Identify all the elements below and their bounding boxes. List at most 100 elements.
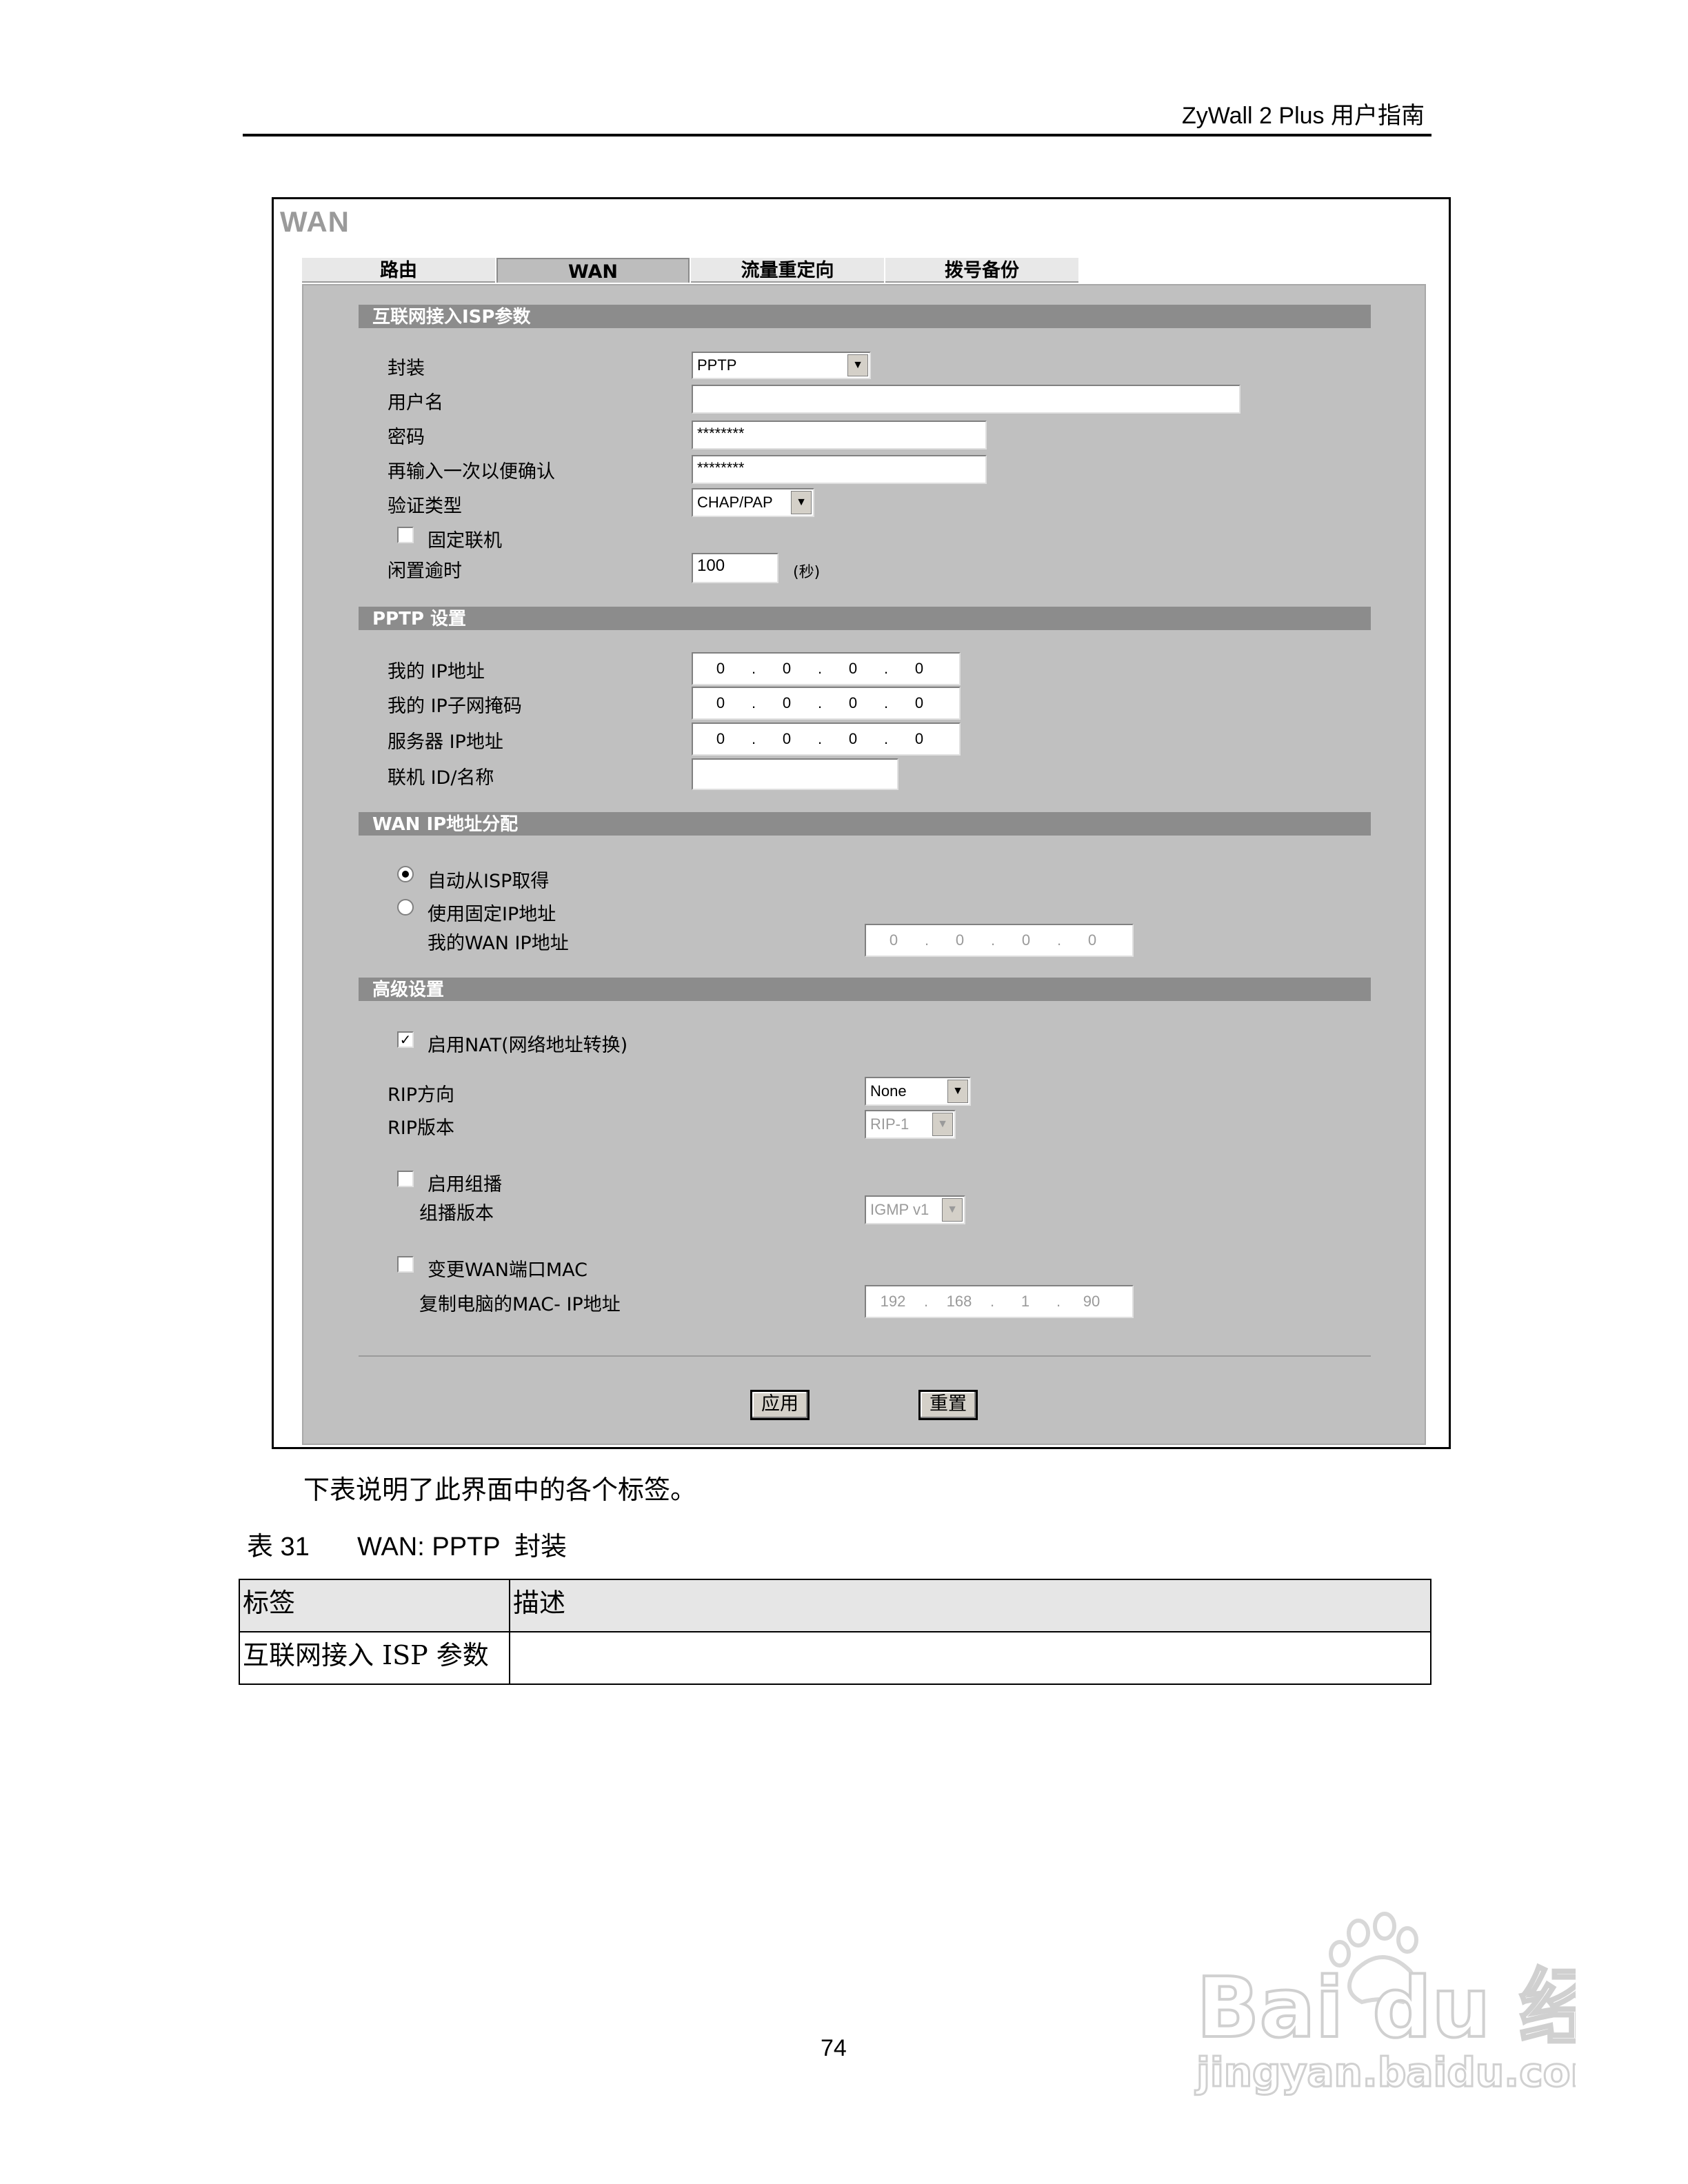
retype-password-label: 再输入一次以便确认 <box>388 461 555 483</box>
auto-ip-label: 自动从ISP取得 <box>428 871 550 892</box>
multicast-version-label: 组播版本 <box>419 1203 494 1224</box>
connection-id-label: 联机 ID/名称 <box>388 767 494 789</box>
dropdown-arrow-icon: ▼ <box>932 1113 953 1136</box>
multicast-label: 启用组播 <box>428 1174 502 1195</box>
fixed-ip-radio[interactable] <box>397 899 414 916</box>
nailed-up-label: 固定联机 <box>428 530 502 552</box>
section-wan-ip: WAN IP地址分配 <box>359 812 1371 836</box>
tab-traffic-redirect[interactable]: 流量重定向 <box>691 258 884 283</box>
section-isp: 互联网接入ISP参数 <box>359 305 1371 328</box>
form-divider <box>359 1355 1371 1357</box>
multicast-version-select[interactable]: IGMP v1 ▼ <box>865 1195 965 1224</box>
connection-id-input[interactable] <box>692 758 898 790</box>
my-ip-label: 我的 IP地址 <box>388 661 485 682</box>
change-mac-label: 变更WAN端口MAC <box>428 1260 588 1281</box>
my-wan-ip-input[interactable]: 0. 0. 0. 0 <box>865 924 1134 957</box>
page-number: 74 <box>821 2035 847 2061</box>
password-input[interactable]: ******** <box>692 421 987 449</box>
retype-password-input[interactable]: ******** <box>692 455 987 484</box>
ip-octet: 0 <box>848 694 858 711</box>
ip-octet: 0 <box>848 660 858 677</box>
ip-octet: 0 <box>914 660 924 677</box>
tab-wan[interactable]: WAN <box>496 258 690 283</box>
server-ip-label: 服务器 IP地址 <box>388 731 503 753</box>
ip-octet: 0 <box>848 730 858 747</box>
idle-timeout-label: 闲置逾时 <box>388 560 462 582</box>
ip-octet: 0 <box>1021 931 1031 949</box>
baidu-jingyan-watermark: Bai du 经验 jingyan.baidu.com <box>1194 1912 1576 2097</box>
rip-direction-select[interactable]: None ▼ <box>865 1077 971 1106</box>
intro-text: 下表说明了此界面中的各个标签。 <box>303 1475 697 1505</box>
my-subnet-mask-label: 我的 IP子网掩码 <box>388 696 522 717</box>
ip-octet: 0 <box>716 660 725 677</box>
auth-type-label: 验证类型 <box>388 496 462 517</box>
server-ip-input[interactable]: 0. 0. 0. 0 <box>692 722 961 756</box>
ip-octet: 0 <box>782 730 792 747</box>
fixed-ip-label: 使用固定IP地址 <box>428 904 556 925</box>
table-header-cell: 标签 <box>239 1579 510 1632</box>
table-cell: 互联网接入 ISP 参数 <box>239 1631 510 1685</box>
encapsulation-value: PPTP <box>697 356 737 374</box>
clone-mac-ip-input[interactable]: 192. 168. 1. 90 <box>865 1285 1134 1318</box>
table-caption-number: 表 31 <box>247 1533 310 1561</box>
ip-octet: 192 <box>880 1293 906 1310</box>
nat-label: 启用NAT(网络地址转换) <box>428 1035 628 1056</box>
my-ip-input[interactable]: 0. 0. 0. 0 <box>692 652 961 685</box>
username-input[interactable] <box>692 385 1240 414</box>
idle-timeout-input[interactable]: 100 <box>692 553 778 583</box>
rip-direction-value: None <box>870 1082 907 1100</box>
ip-octet: 0 <box>716 730 725 747</box>
multicast-version-value: IGMP v1 <box>870 1201 930 1218</box>
rip-direction-label: RIP方向 <box>388 1084 455 1106</box>
dropdown-arrow-icon: ▼ <box>791 491 812 514</box>
dropdown-arrow-icon: ▼ <box>947 1080 968 1103</box>
description-table: 标签 描述 互联网接入 ISP 参数 <box>239 1579 1431 1685</box>
ip-octet: 0 <box>914 730 924 747</box>
encapsulation-select[interactable]: PPTP ▼ <box>692 352 871 379</box>
watermark-brand: Bai du 经验 <box>1196 1961 1576 2056</box>
table-header-cell: 描述 <box>509 1579 1431 1632</box>
dropdown-arrow-icon: ▼ <box>942 1198 963 1222</box>
table-row: 互联网接入 ISP 参数 <box>239 1631 1431 1685</box>
ip-octet: 0 <box>955 931 965 949</box>
rip-version-select[interactable]: RIP-1 ▼ <box>865 1110 956 1139</box>
table-caption-title: WAN: PPTP 封装 <box>357 1533 567 1561</box>
idle-timeout-unit: (秒) <box>793 564 821 581</box>
ip-octet: 0 <box>1087 931 1097 949</box>
radio-selected-dot <box>402 871 409 878</box>
ip-octet: 0 <box>782 694 792 711</box>
apply-button[interactable]: 应用 <box>750 1390 810 1420</box>
nat-checkbox[interactable]: ✓ <box>397 1031 414 1048</box>
auth-type-select[interactable]: CHAP/PAP ▼ <box>692 488 814 517</box>
change-mac-checkbox[interactable] <box>397 1256 414 1273</box>
encapsulation-label: 封装 <box>388 358 425 379</box>
ip-octet: 90 <box>1083 1293 1101 1310</box>
screen-title: WAN <box>280 205 350 238</box>
section-advanced: 高级设置 <box>359 978 1371 1001</box>
table-cell <box>509 1631 1431 1685</box>
username-label: 用户名 <box>388 392 443 414</box>
header-rule <box>243 134 1431 136</box>
auth-type-value: CHAP/PAP <box>697 494 773 511</box>
rip-version-label: RIP版本 <box>388 1118 455 1139</box>
ip-octet: 0 <box>716 694 725 711</box>
document-header: ZyWall 2 Plus 用户指南 <box>1181 103 1425 129</box>
ip-octet: 168 <box>946 1293 972 1310</box>
watermark-url: jingyan.baidu.com <box>1195 2049 1576 2096</box>
rip-version-value: RIP-1 <box>870 1115 910 1133</box>
ip-octet: 0 <box>914 694 924 711</box>
auto-ip-radio[interactable] <box>397 866 414 882</box>
tab-route[interactable]: 路由 <box>302 258 495 283</box>
clone-mac-ip-label: 复制电脑的MAC- IP地址 <box>419 1294 621 1315</box>
my-subnet-mask-input[interactable]: 0. 0. 0. 0 <box>692 687 961 720</box>
dropdown-arrow-icon: ▼ <box>847 354 868 376</box>
nailed-up-checkbox[interactable] <box>397 527 414 543</box>
my-wan-ip-label: 我的WAN IP地址 <box>428 933 569 954</box>
ip-octet: 0 <box>782 660 792 677</box>
table-header-row: 标签 描述 <box>239 1579 1431 1632</box>
reset-button[interactable]: 重置 <box>918 1390 978 1420</box>
tab-dial-backup[interactable]: 拨号备份 <box>885 258 1078 283</box>
ip-octet: 0 <box>889 931 898 949</box>
multicast-checkbox[interactable] <box>397 1171 414 1187</box>
ip-octet: 1 <box>1021 1293 1030 1310</box>
